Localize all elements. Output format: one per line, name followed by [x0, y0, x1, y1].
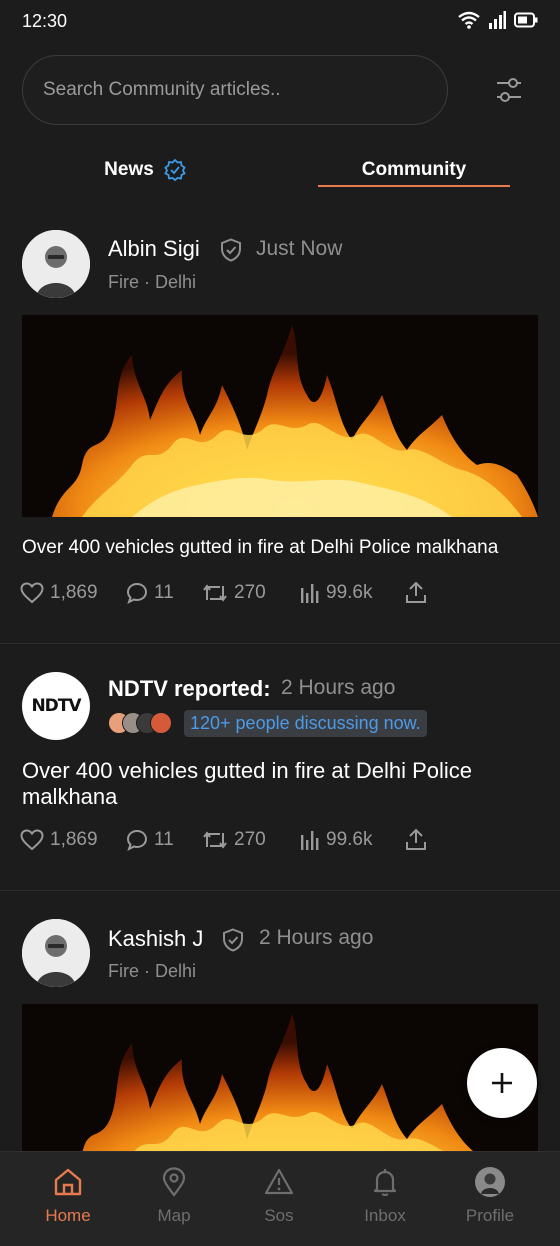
- comment-count: 11: [154, 829, 174, 850]
- ndtv-logo[interactable]: NDTV: [22, 672, 90, 740]
- signal-icon: [489, 11, 506, 29]
- tab-news[interactable]: News: [40, 150, 250, 190]
- tab-news-label: News: [104, 159, 154, 180]
- plus-icon: [492, 1073, 512, 1093]
- divider: [0, 890, 560, 891]
- search-box[interactable]: [22, 55, 448, 125]
- nav-inbox-label: Inbox: [364, 1206, 406, 1225]
- discussion-row[interactable]: 120+ people discussing now.: [108, 709, 427, 737]
- comment-icon: [126, 829, 148, 851]
- participant-avatars: [108, 712, 172, 734]
- search-input[interactable]: [43, 56, 423, 124]
- tab-community[interactable]: Community: [318, 150, 510, 190]
- create-post-button[interactable]: [467, 1048, 537, 1118]
- wifi-icon: [458, 11, 480, 29]
- avatar[interactable]: [22, 230, 90, 298]
- share-icon: [406, 581, 426, 603]
- repost-button[interactable]: 270: [202, 829, 300, 851]
- nav-profile[interactable]: Profile: [440, 1166, 540, 1226]
- tab-community-label: Community: [361, 159, 467, 180]
- nav-inbox[interactable]: Inbox: [335, 1166, 435, 1226]
- status-icons: [458, 11, 538, 29]
- post-text[interactable]: Over 400 vehicles gutted in fire at Delh…: [22, 758, 538, 810]
- post-category: Fire · Delhi: [108, 272, 197, 292]
- views-count: 99.6k: [326, 829, 373, 850]
- verified-badge-icon: [164, 159, 186, 181]
- comment-button[interactable]: 11: [126, 829, 202, 851]
- post-actions: 1,869 11 270 99.6k: [20, 578, 434, 608]
- heart-icon: [20, 582, 44, 604]
- share-button[interactable]: [404, 581, 434, 605]
- like-count: 1,869: [50, 582, 98, 603]
- comment-button[interactable]: 11: [126, 582, 202, 604]
- post-text[interactable]: Over 400 vehicles gutted in fire at Delh…: [22, 537, 538, 559]
- post-author[interactable]: Kashish J: [108, 926, 203, 952]
- warning-icon: [264, 1168, 294, 1195]
- post-time: 2 Hours ago: [281, 676, 396, 699]
- filter-button[interactable]: [490, 72, 528, 108]
- nav-home-label: Home: [45, 1206, 91, 1225]
- ndtv-logo-text: NDTV: [31, 696, 81, 716]
- post-time: Just Now: [256, 237, 343, 260]
- bar-chart-icon: [301, 584, 319, 603]
- post-image[interactable]: [22, 315, 538, 517]
- divider: [0, 643, 560, 644]
- post-author[interactable]: NDTV reported:: [108, 676, 271, 702]
- status-time: 12:30: [22, 11, 68, 31]
- like-button[interactable]: 1,869: [20, 582, 126, 604]
- post-category: Fire · Delhi: [108, 961, 197, 981]
- shield-check-icon: [221, 238, 241, 262]
- like-button[interactable]: 1,869: [20, 829, 126, 851]
- nav-profile-label: Profile: [465, 1206, 515, 1225]
- discussion-badge[interactable]: 120+ people discussing now.: [184, 709, 427, 737]
- avatar: [150, 712, 172, 734]
- map-pin-icon: [162, 1167, 186, 1197]
- nav-map-label: Map: [157, 1206, 191, 1225]
- sliders-icon: [497, 78, 521, 102]
- nav-sos-label: Sos: [264, 1206, 294, 1225]
- battery-icon: [514, 12, 538, 28]
- repost-icon: [203, 584, 227, 602]
- nav-home[interactable]: Home: [18, 1166, 118, 1226]
- shield-check-icon: [223, 928, 243, 952]
- status-bar: 12:30: [0, 0, 560, 44]
- repost-count: 270: [234, 829, 266, 850]
- repost-count: 270: [234, 582, 266, 603]
- heart-icon: [20, 829, 44, 851]
- tab-active-indicator: [318, 185, 510, 187]
- views-count: 99.6k: [326, 582, 373, 603]
- profile-avatar: [475, 1167, 505, 1197]
- bell-icon: [373, 1169, 397, 1197]
- bottom-navigation: Home Map Sos Inbox Profile: [0, 1151, 560, 1246]
- like-count: 1,869: [50, 829, 98, 850]
- comment-count: 11: [154, 582, 174, 603]
- views-stat[interactable]: 99.6k: [300, 829, 404, 851]
- nav-sos[interactable]: Sos: [229, 1166, 329, 1226]
- repost-button[interactable]: 270: [202, 582, 300, 604]
- repost-icon: [203, 831, 227, 849]
- share-icon: [406, 828, 426, 850]
- views-stat[interactable]: 99.6k: [300, 582, 404, 604]
- avatar[interactable]: [22, 919, 90, 987]
- post-actions: 1,869 11 270 99.6k: [20, 825, 434, 855]
- bar-chart-icon: [301, 831, 319, 850]
- share-button[interactable]: [404, 828, 434, 852]
- nav-map[interactable]: Map: [124, 1166, 224, 1226]
- home-icon: [54, 1168, 82, 1196]
- post-author[interactable]: Albin Sigi: [108, 236, 200, 262]
- post-time: 2 Hours ago: [259, 926, 374, 949]
- post-image[interactable]: [22, 1004, 538, 1151]
- comment-icon: [126, 582, 148, 604]
